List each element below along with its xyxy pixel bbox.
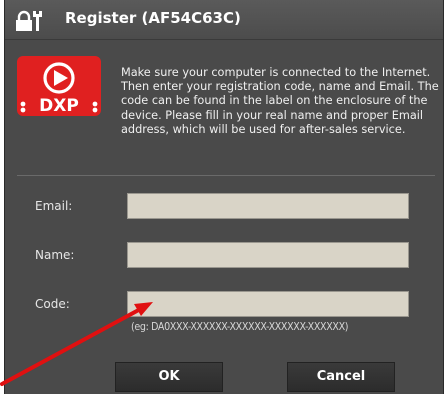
email-field[interactable]: [127, 193, 409, 219]
title-bar: Register (AF54C63C): [5, 0, 443, 40]
code-hint: (eg: DA0XXX-XXXXXX-XXXXXX-XXXXXX-XXXXXX): [131, 321, 349, 333]
dxp-logo: DXP: [17, 56, 101, 116]
name-label: Name:: [35, 248, 75, 262]
cancel-button[interactable]: Cancel: [287, 362, 395, 392]
code-input[interactable]: [127, 291, 409, 317]
logo-text: DXP: [39, 96, 79, 116]
name-field[interactable]: [127, 242, 409, 268]
register-dialog: Register (AF54C63C) DXP Make sure your c…: [4, 0, 444, 394]
divider: [17, 175, 435, 176]
ok-button[interactable]: OK: [115, 362, 223, 392]
instructions-text: Make sure your computer is connected to …: [121, 66, 439, 136]
code-label: Code:: [35, 297, 70, 311]
window-title: Register (AF54C63C): [65, 9, 241, 27]
lock-tools-icon: [16, 10, 42, 31]
email-label: Email:: [35, 199, 73, 213]
